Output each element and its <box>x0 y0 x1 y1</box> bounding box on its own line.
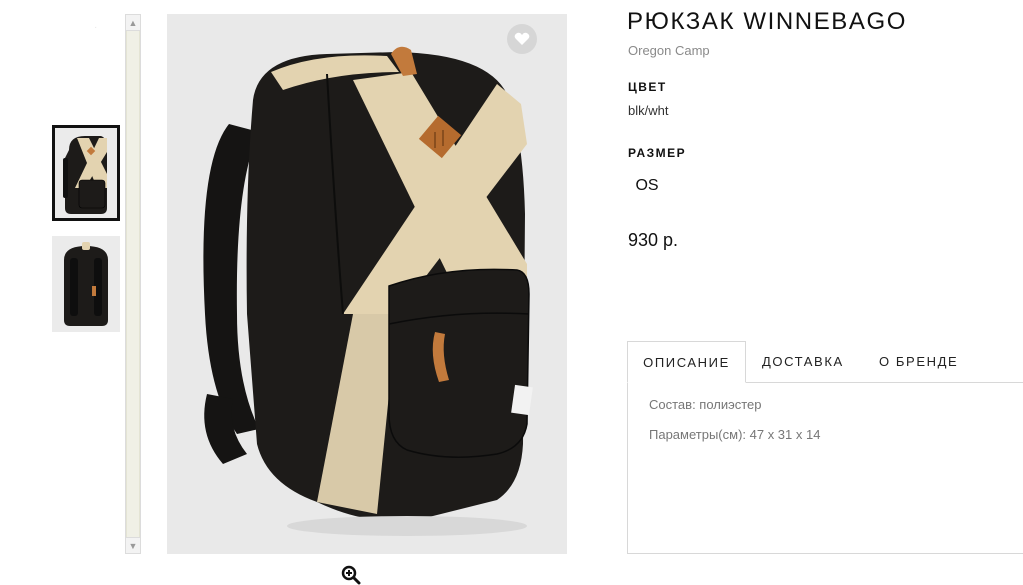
product-title: РЮКЗАК WINNEBAGO <box>627 8 908 35</box>
color-label: ЦВЕТ <box>628 80 667 94</box>
zoom-in-icon[interactable] <box>341 565 361 585</box>
composition-text: Состав: полиэстер <box>649 397 762 412</box>
color-value: blk/wht <box>628 103 669 118</box>
scroll-down-arrow-icon[interactable]: ▼ <box>126 537 140 553</box>
tab-delivery[interactable]: ДОСТАВКА <box>762 341 844 383</box>
thumbnail-scrollbar[interactable]: ▲ ▼ <box>125 14 141 554</box>
thumbnail-front[interactable] <box>52 125 120 221</box>
heart-icon <box>514 32 530 45</box>
tab-about-brand[interactable]: О БРЕНДЕ <box>879 341 958 383</box>
size-option-os[interactable]: OS <box>628 172 666 200</box>
price: 930 р. <box>628 230 679 250</box>
thumbnail-strip: · <box>52 14 122 554</box>
product-main-image[interactable] <box>167 14 567 554</box>
product-info-tabs: ОПИСАНИЕ ДОСТАВКА О БРЕНДЕ Состав: полиэ… <box>627 341 1023 554</box>
tab-description[interactable]: ОПИСАНИЕ <box>627 341 746 383</box>
brand-link[interactable]: Oregon Camp <box>628 43 710 58</box>
thumbnail-placeholder: · <box>94 22 98 33</box>
size-label: РАЗМЕР <box>628 146 687 160</box>
scrollbar-track[interactable] <box>126 31 140 537</box>
tab-panel-description: Состав: полиэстер Параметры(см): 47 х 31… <box>627 382 1023 554</box>
dimensions-text: Параметры(см): 47 х 31 х 14 <box>649 427 821 442</box>
favorite-button[interactable] <box>507 24 537 54</box>
thumbnail-back[interactable] <box>52 236 120 332</box>
scroll-up-arrow-icon[interactable]: ▲ <box>126 15 140 31</box>
